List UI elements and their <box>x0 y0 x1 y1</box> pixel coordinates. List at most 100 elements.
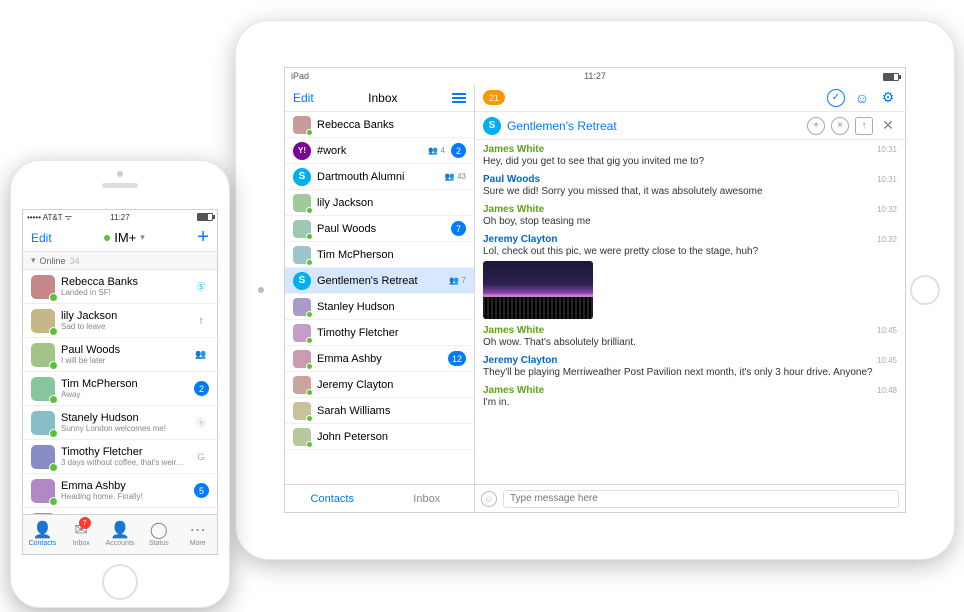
list-item[interactable]: #work👥 42 <box>285 138 474 164</box>
contact-status: Away <box>61 390 188 399</box>
ipad-home-button[interactable] <box>910 275 940 305</box>
tab-inbox[interactable]: Inbox <box>380 485 475 512</box>
list-item[interactable]: Tim McPhersonAway2 <box>23 372 217 406</box>
accounts-icon: 👤 <box>110 523 130 539</box>
unread-badge: 2 <box>451 143 466 158</box>
tab-label: More <box>190 540 206 547</box>
section-count: 34 <box>70 256 80 266</box>
avatar <box>293 272 311 290</box>
list-item[interactable]: John Peterson <box>285 424 474 450</box>
list-item[interactable]: Stanely HudsonSunny London welcomes me!ⓑ <box>23 406 217 440</box>
message-time: 10:31 <box>877 175 897 184</box>
close-icon[interactable]: ✕ <box>879 117 897 135</box>
message-sender: Jeremy Clayton <box>483 355 557 366</box>
share-icon[interactable]: ↑ <box>855 117 873 135</box>
tab-status[interactable]: ◯Status <box>139 515 178 554</box>
message-body: I'm in. <box>483 396 897 409</box>
avatar <box>31 411 55 435</box>
add-icon[interactable]: + <box>807 117 825 135</box>
contact-name: Stanley Hudson <box>317 301 466 313</box>
message: James White10:32Oh boy, stop teasing me <box>483 204 897 228</box>
message-time: 10:31 <box>877 145 897 154</box>
list-item[interactable]: Paul WoodsI will be later👥 <box>23 338 217 372</box>
contact-name: #work <box>317 145 418 157</box>
ipad-sidebar: Edit Inbox Rebecca Banks#work👥 42Dartmou… <box>285 84 475 512</box>
conversation-scroll[interactable]: James White10:31Hey, did you get to see … <box>475 140 905 484</box>
contact-name: John Peterson <box>317 431 466 443</box>
list-item[interactable]: Emma AshbyHeading home. Finally! 5 <box>23 474 217 508</box>
unread-pill[interactable]: 21 <box>483 90 505 105</box>
message-sender: Paul Woods <box>483 174 540 185</box>
tab-badge: 7 <box>79 517 91 529</box>
contact-name: Emma Ashby <box>317 353 442 365</box>
iphone-device: ••••• AT&T ᯤ 11:27 Edit IM+▾ + ▾ Online … <box>10 160 230 608</box>
chevron-down-icon: ▾ <box>140 232 145 243</box>
ipad-screen: iPad 11:27 Edit Inbox Rebecca Banks#work… <box>284 67 906 513</box>
message-body: Oh boy, stop teasing me <box>483 215 897 228</box>
avatar <box>31 343 55 367</box>
avatar <box>31 513 55 515</box>
iphone-tab-bar: 👤Contacts✉Inbox7👤Accounts◯Status⋯More <box>23 514 217 554</box>
tab-inbox[interactable]: ✉Inbox7 <box>62 515 101 554</box>
contact-name: Paul Woods <box>61 344 187 356</box>
message-body: They'll be playing Merriweather Post Pav… <box>483 366 897 379</box>
tab-label: Contacts <box>29 540 57 547</box>
list-item[interactable]: Dartmouth Alumni👥 43 <box>285 164 474 190</box>
compose-bar: ☺ <box>475 484 905 512</box>
list-item[interactable]: Gentlemen's Retreat👥 7 <box>285 268 474 294</box>
list-item[interactable]: Rebecca Banks <box>285 112 474 138</box>
contact-name: Timothy Fletcher <box>317 327 466 339</box>
contact-status: I will be later <box>61 356 187 365</box>
message: Jeremy Clayton10:32Lol, check out this p… <box>483 234 897 319</box>
tab-contacts[interactable]: Contacts <box>285 485 380 512</box>
list-item[interactable]: Stanley Hudson <box>285 294 474 320</box>
contact-name: Timothy Fletcher <box>61 446 187 458</box>
ipad-contact-list[interactable]: Rebecca Banks#work👥 42Dartmouth Alumni👥 … <box>285 112 474 484</box>
message-input[interactable] <box>503 490 899 508</box>
service-icon: ⓑ <box>193 415 209 431</box>
list-item[interactable]: Tim McPherson <box>285 242 474 268</box>
list-item[interactable]: lily Jackson <box>285 190 474 216</box>
message-sender: James White <box>483 325 544 336</box>
list-item[interactable]: Timothy Fletcher <box>285 320 474 346</box>
list-item[interactable]: Paul Woods7 <box>285 216 474 242</box>
check-icon[interactable]: ✓ <box>827 89 845 107</box>
message-time: 10:48 <box>877 386 897 395</box>
iphone-home-button[interactable] <box>102 564 138 600</box>
conversation-title[interactable]: Gentlemen's Retreat <box>507 119 801 133</box>
iphone-status-bar: ••••• AT&T ᯤ 11:27 <box>23 210 217 224</box>
unread-badge: 5 <box>194 483 209 498</box>
tab-contacts[interactable]: 👤Contacts <box>23 515 62 554</box>
list-item[interactable]: lily JacksonSad to leavef <box>23 304 217 338</box>
ipad-main-header: 21 ✓ ☺ ⚙ <box>475 84 905 112</box>
list-item[interactable]: Rebecca BanksLanded in SF!Ⓢ <box>23 270 217 304</box>
avatar <box>293 324 311 342</box>
list-item[interactable]: Sarah Williams <box>285 398 474 424</box>
mute-icon[interactable]: × <box>831 117 849 135</box>
profile-icon[interactable]: ☺ <box>853 89 871 107</box>
tab-accounts[interactable]: 👤Accounts <box>101 515 140 554</box>
menu-icon[interactable] <box>452 93 466 103</box>
add-button[interactable]: + <box>197 226 209 249</box>
list-item[interactable]: Jeremy Clayton <box>285 372 474 398</box>
emoji-icon[interactable]: ☺ <box>481 491 497 507</box>
contact-status: Heading home. Finally! <box>61 492 188 501</box>
avatar <box>31 445 55 469</box>
list-item[interactable]: Emma Ashby 12 <box>285 346 474 372</box>
ipad-status-bar: iPad 11:27 <box>285 68 905 84</box>
tab-more[interactable]: ⋯More <box>178 515 217 554</box>
ipad-sidebar-footer: Contacts Inbox <box>285 484 474 512</box>
contact-name: Emma Ashby <box>61 480 188 492</box>
edit-button[interactable]: Edit <box>31 231 52 245</box>
message: James White10:48I'm in. <box>483 385 897 409</box>
edit-button[interactable]: Edit <box>293 91 314 105</box>
iphone-contact-list[interactable]: Rebecca BanksLanded in SF!Ⓢlily JacksonS… <box>23 270 217 514</box>
ipad-main: 21 ✓ ☺ ⚙ Gentlemen's Retreat + × ↑ ✕ Jam… <box>475 84 905 512</box>
section-header[interactable]: ▾ Online 34 <box>23 252 217 270</box>
unread-badge: 12 <box>448 351 466 366</box>
message-sender: James White <box>483 144 544 155</box>
settings-icon[interactable]: ⚙ <box>879 89 897 107</box>
app-title[interactable]: IM+▾ <box>104 230 145 245</box>
list-item[interactable]: Timothy Fletcher3 days without coffee, t… <box>23 440 217 474</box>
message-image[interactable] <box>483 261 593 319</box>
